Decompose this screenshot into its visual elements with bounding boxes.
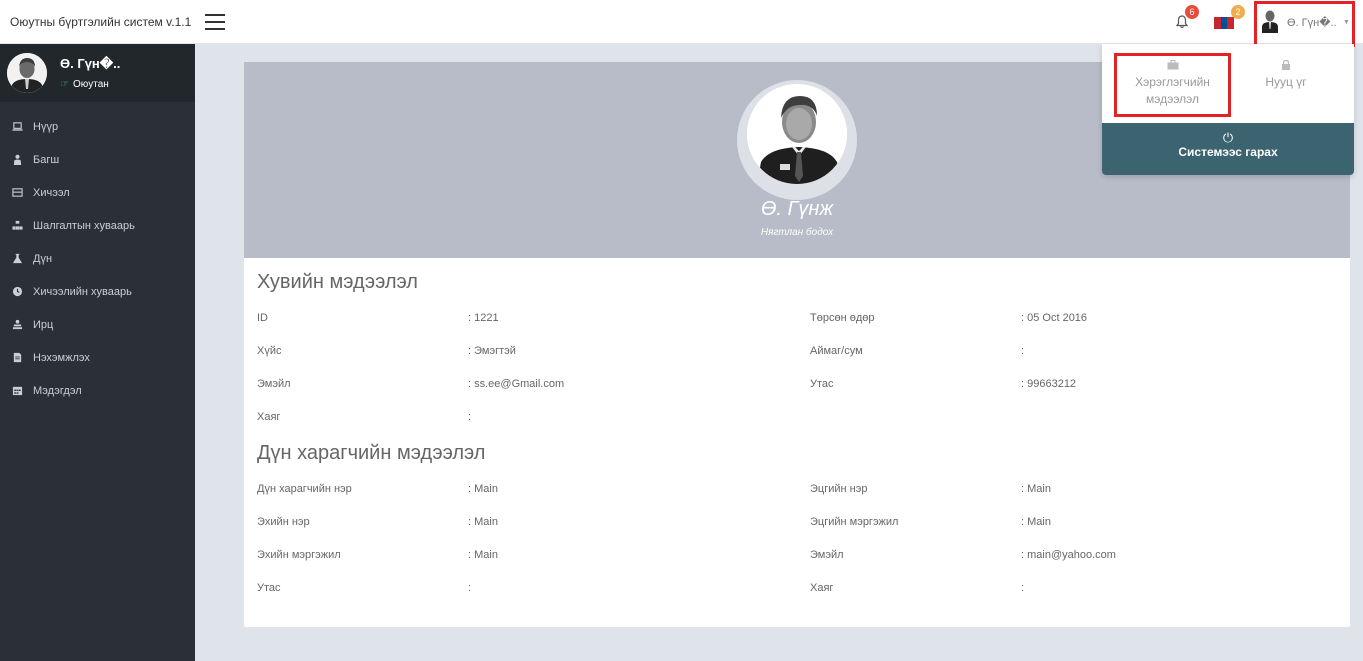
briefcase-icon: [1167, 60, 1178, 70]
field-label: Хаяг: [257, 411, 281, 423]
power-icon: ⏻: [1222, 130, 1234, 145]
calendar-icon: [11, 385, 23, 397]
user-short-name: Ө. Гүн�..: [1287, 17, 1337, 29]
field-label: Эмэйл: [257, 378, 291, 390]
sidebar-item-exam-schedule[interactable]: Шалгалтын хуваарь: [0, 209, 195, 242]
field-value: : Main: [468, 549, 498, 561]
flag-stripe-right: [1227, 17, 1235, 29]
users-icon: [11, 319, 23, 331]
lock-icon: [1282, 60, 1290, 70]
user-info-label-2: мэдээлэл: [1145, 92, 1200, 106]
field-label: Эхийн нэр: [257, 516, 310, 528]
online-icon: ☞: [60, 79, 69, 90]
field-value: :: [1021, 582, 1025, 594]
sidebar-item-label: Нүүр: [33, 120, 59, 133]
field-value: : Main: [1021, 483, 1051, 495]
file-icon: [11, 352, 23, 364]
user-info-link[interactable]: Хэрэглэгчийн мэдээлэл: [1114, 53, 1231, 117]
field-value: : 05 Oct 2016: [1021, 312, 1088, 324]
sitemap-icon: [11, 220, 23, 232]
language-flag-icon[interactable]: [1214, 17, 1235, 29]
sidebar-item-label: Нэхэмжлэх: [33, 351, 90, 364]
avatar-image: [7, 53, 47, 93]
flag-stripe-left: [1214, 17, 1221, 29]
avatar: [7, 53, 47, 93]
field-value: : 1221: [468, 312, 499, 324]
field-label: Хүйс: [257, 345, 282, 357]
app-title[interactable]: Оюутны бүртгэлийн систем v.1.1: [10, 15, 191, 29]
field-value: : Main: [468, 516, 498, 528]
sidebar-item-label: Дүн: [33, 252, 53, 265]
guardian-info-title: Дүн харагчийн мэдээлэл: [257, 442, 486, 464]
laptop-icon: [11, 121, 23, 133]
field-value: :: [468, 582, 472, 594]
field-label: Эмэйл: [810, 549, 844, 561]
field-label: Эцгийн нэр: [810, 483, 868, 495]
field-label: Утас: [810, 378, 834, 390]
field-value: : ss.ee@Gmail.com: [468, 378, 565, 390]
user-avatar-icon: [1262, 10, 1278, 33]
field-label: ID: [257, 312, 268, 324]
field-value: : 99663212: [1021, 378, 1077, 390]
sidebar-item-home[interactable]: Нүүр: [0, 110, 195, 143]
sidebar-item-teacher[interactable]: Багш: [0, 143, 195, 176]
sidebar-item-label: Шалгалтын хуваарь: [33, 219, 135, 232]
flask-icon: [11, 253, 23, 265]
sidebar-menu: Нүүр Багш Хичээл Шалгалтын хуваарь Дүн Х…: [0, 110, 195, 407]
clock-icon: [11, 286, 23, 298]
profile-subtitle: Нягтлан бодох: [760, 227, 834, 238]
sidebar-user-role: ☞ Оюутан: [60, 79, 109, 90]
sidebar: Ө. Гүн�.. ☞ Оюутан Нүүр Багш Хичээл Шалга…: [0, 44, 195, 661]
logout-button[interactable]: ⏻ Системээс гарах: [1102, 123, 1354, 175]
password-link[interactable]: Нууц үг: [1230, 56, 1342, 118]
sidebar-role-label: Оюутан: [72, 79, 109, 90]
field-value: : main@yahoo.com: [1021, 549, 1116, 561]
sidebar-item-class-schedule[interactable]: Хичээлийн хуваарь: [0, 275, 195, 308]
message-badge: 2: [1231, 5, 1245, 19]
field-value: : Эмэгтэй: [468, 345, 516, 357]
field-value: : Main: [1021, 516, 1051, 528]
field-label: Дүн харагчийн нэр: [257, 483, 352, 495]
user-info-label-1: Хэрэглэгчийн: [1135, 75, 1210, 89]
sidebar-item-label: Мэдэгдэл: [33, 384, 82, 397]
field-value: :: [468, 411, 472, 423]
field-label: Аймаг/сум: [810, 345, 863, 357]
user-menu-toggle[interactable]: Ө. Гүн�.. ▼: [1254, 1, 1355, 47]
notification-badge: 6: [1185, 5, 1199, 19]
field-value: :: [1021, 345, 1025, 357]
field-label: Эхийн мэргэжил: [257, 549, 341, 561]
sidebar-item-label: Хичээл: [33, 186, 70, 199]
password-label: Нууц үг: [1265, 75, 1307, 89]
field-label: Эцгийн мэргэжил: [810, 516, 899, 528]
field-label: Хаяг: [810, 582, 834, 594]
field-label: Утас: [257, 582, 281, 594]
sidebar-item-label: Хичээлийн хуваарь: [33, 285, 132, 298]
logout-label: Системээс гарах: [1178, 145, 1278, 159]
user-dropdown-menu: Хэрэглэгчийн мэдээлэл Нууц үг ⏻ Системээ…: [1102, 44, 1354, 175]
field-label: Төрсөн өдөр: [810, 312, 875, 324]
sidebar-item-grades[interactable]: Дүн: [0, 242, 195, 275]
book-icon: [11, 187, 23, 199]
sidebar-item-invoice[interactable]: Нэхэмжлэх: [0, 341, 195, 374]
personal-info-title: Хувийн мэдээлэл: [257, 271, 418, 293]
caret-down-icon: ▼: [1343, 19, 1350, 26]
sidebar-item-label: Багш: [33, 153, 60, 166]
profile-name: Ө. Гүнж: [760, 198, 834, 220]
flag-stripe-middle: [1220, 17, 1228, 29]
sidebar-item-notice[interactable]: Мэдэгдэл: [0, 374, 195, 407]
top-navbar: Оюутны бүртгэлийн систем v.1.1 6 2 Ө. Гү…: [0, 0, 1363, 47]
sidebar-item-course[interactable]: Хичээл: [0, 176, 195, 209]
menu-toggle-icon[interactable]: [205, 14, 225, 30]
field-value: : Main: [468, 483, 498, 495]
teacher-icon: [11, 154, 23, 166]
profile-avatar-image: [747, 84, 847, 184]
sidebar-profile: Ө. Гүн�.. ☞ Оюутан: [0, 44, 195, 102]
sidebar-user-name: Ө. Гүн�..: [60, 56, 121, 71]
sidebar-item-label: Ирц: [33, 318, 54, 331]
profile-avatar: [747, 84, 847, 184]
sidebar-item-attendance[interactable]: Ирц: [0, 308, 195, 341]
